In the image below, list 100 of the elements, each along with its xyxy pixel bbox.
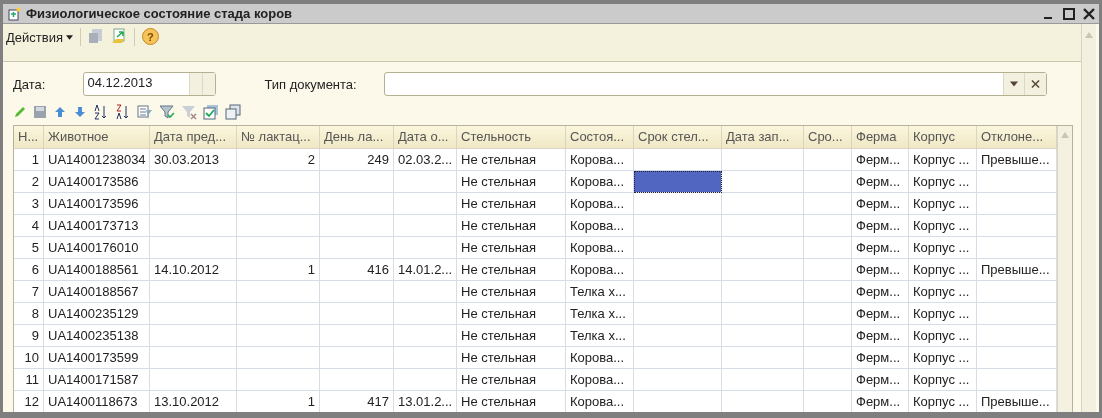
save-icon[interactable] — [33, 105, 47, 119]
table-cell[interactable]: Ферм... — [852, 347, 909, 369]
filter-clear-icon[interactable] — [181, 104, 197, 120]
table-cell[interactable] — [804, 149, 852, 171]
table-cell[interactable] — [237, 215, 320, 237]
table-cell[interactable] — [722, 149, 804, 171]
table-cell[interactable]: Ферм... — [852, 303, 909, 325]
table-cell[interactable] — [722, 347, 804, 369]
maximize-icon[interactable] — [1063, 7, 1075, 20]
table-cell[interactable]: Корпус ... — [909, 149, 977, 171]
table-cell[interactable]: Не стельная — [457, 391, 566, 412]
table-cell[interactable] — [237, 281, 320, 303]
column-header[interactable]: Состоя... — [566, 126, 634, 149]
table-cell[interactable]: Не стельная — [457, 347, 566, 369]
table-cell[interactable] — [150, 171, 237, 193]
table-cell[interactable] — [804, 369, 852, 391]
table-cell[interactable] — [394, 325, 457, 347]
table-cell[interactable]: Не стельная — [457, 237, 566, 259]
table-cell[interactable] — [150, 325, 237, 347]
table-cell[interactable] — [320, 237, 394, 259]
table-cell[interactable]: 417 — [320, 391, 394, 412]
column-header[interactable]: Корпус — [909, 126, 977, 149]
table-cell[interactable] — [320, 215, 394, 237]
table-cell[interactable]: Телка х... — [566, 281, 634, 303]
table-cell[interactable]: UA1400235138 — [44, 325, 150, 347]
table-cell[interactable] — [394, 347, 457, 369]
table-cell[interactable]: 1 — [237, 259, 320, 281]
table-cell[interactable]: 6 — [14, 259, 44, 281]
table-cell[interactable] — [320, 347, 394, 369]
table-cell[interactable] — [394, 369, 457, 391]
table-cell[interactable]: 14.10.2012 — [150, 259, 237, 281]
column-header[interactable]: Животное — [44, 126, 150, 149]
column-header[interactable]: Ферма — [852, 126, 909, 149]
table-cell[interactable] — [804, 281, 852, 303]
table-cell[interactable]: Ферм... — [852, 149, 909, 171]
scroll-up-icon[interactable] — [1085, 32, 1093, 38]
table-cell[interactable]: 2 — [14, 171, 44, 193]
table-cell[interactable]: 416 — [320, 259, 394, 281]
table-cell[interactable]: Корова... — [566, 215, 634, 237]
table-cell[interactable] — [237, 171, 320, 193]
table-cell[interactable]: Ферм... — [852, 193, 909, 215]
pencil-icon[interactable] — [13, 105, 27, 119]
arrow-up-icon[interactable] — [53, 105, 67, 119]
table-cell[interactable] — [804, 237, 852, 259]
table-cell[interactable] — [804, 259, 852, 281]
table-cell[interactable]: Ферм... — [852, 171, 909, 193]
table-cell[interactable] — [320, 369, 394, 391]
table-cell[interactable]: Корова... — [566, 149, 634, 171]
table-cell[interactable]: 02.03.2... — [394, 149, 457, 171]
table-cell[interactable]: Не стельная — [457, 193, 566, 215]
table-cell[interactable]: 8 — [14, 303, 44, 325]
table-cell[interactable]: Ферм... — [852, 281, 909, 303]
table-cell[interactable]: 13.10.2012 — [150, 391, 237, 412]
column-header[interactable]: Дата зап... — [722, 126, 804, 149]
table-cell[interactable]: UA1400235129 — [44, 303, 150, 325]
column-header[interactable]: День ла... — [320, 126, 394, 149]
table-cell[interactable]: UA1400118673 — [44, 391, 150, 412]
table-cell[interactable] — [804, 325, 852, 347]
column-header[interactable]: Стельность — [457, 126, 566, 149]
table-cell[interactable]: Не стельная — [457, 149, 566, 171]
column-header[interactable]: Дата пред... — [150, 126, 237, 149]
table-cell[interactable] — [804, 347, 852, 369]
table-cell[interactable]: 249 — [320, 149, 394, 171]
table-cell[interactable] — [150, 347, 237, 369]
scrollbar[interactable] — [1057, 126, 1072, 412]
table-cell[interactable] — [722, 237, 804, 259]
table-cell[interactable] — [394, 171, 457, 193]
table-cell[interactable]: Корпус ... — [909, 237, 977, 259]
table-cell[interactable]: UA1400173713 — [44, 215, 150, 237]
table-cell[interactable] — [634, 303, 722, 325]
table-cell[interactable] — [634, 171, 722, 193]
copy-icon[interactable] — [225, 104, 241, 120]
table-cell[interactable]: Корова... — [566, 193, 634, 215]
table-cell[interactable] — [394, 193, 457, 215]
column-header[interactable]: Срок стел... — [634, 126, 722, 149]
table-cell[interactable]: Ферм... — [852, 215, 909, 237]
table-cell[interactable] — [150, 369, 237, 391]
table-cell[interactable]: 1 — [237, 391, 320, 412]
table-cell[interactable]: 13.01.2... — [394, 391, 457, 412]
table-cell[interactable]: 2 — [237, 149, 320, 171]
table-cell[interactable]: Ферм... — [852, 369, 909, 391]
table-cell[interactable]: Корпус ... — [909, 193, 977, 215]
column-header[interactable]: Сро... — [804, 126, 852, 149]
table-cell[interactable] — [804, 215, 852, 237]
table-cell[interactable]: Не стельная — [457, 325, 566, 347]
table-cell[interactable] — [320, 325, 394, 347]
table-cell[interactable] — [394, 303, 457, 325]
column-header[interactable]: № лактац... — [237, 126, 320, 149]
table-cell[interactable]: 10 — [14, 347, 44, 369]
sort-ascending-icon[interactable] — [93, 104, 109, 120]
table-cell[interactable] — [320, 281, 394, 303]
table-cell[interactable] — [394, 215, 457, 237]
arrow-down-icon[interactable] — [73, 105, 87, 119]
table-cell[interactable] — [722, 215, 804, 237]
table-cell[interactable]: UA14001238034 — [44, 149, 150, 171]
scrollbar[interactable] — [1081, 24, 1096, 412]
scroll-up-icon[interactable] — [1061, 132, 1069, 138]
table-cell[interactable] — [237, 193, 320, 215]
table-cell[interactable]: UA1400173596 — [44, 193, 150, 215]
table-cell[interactable]: Корпус ... — [909, 303, 977, 325]
